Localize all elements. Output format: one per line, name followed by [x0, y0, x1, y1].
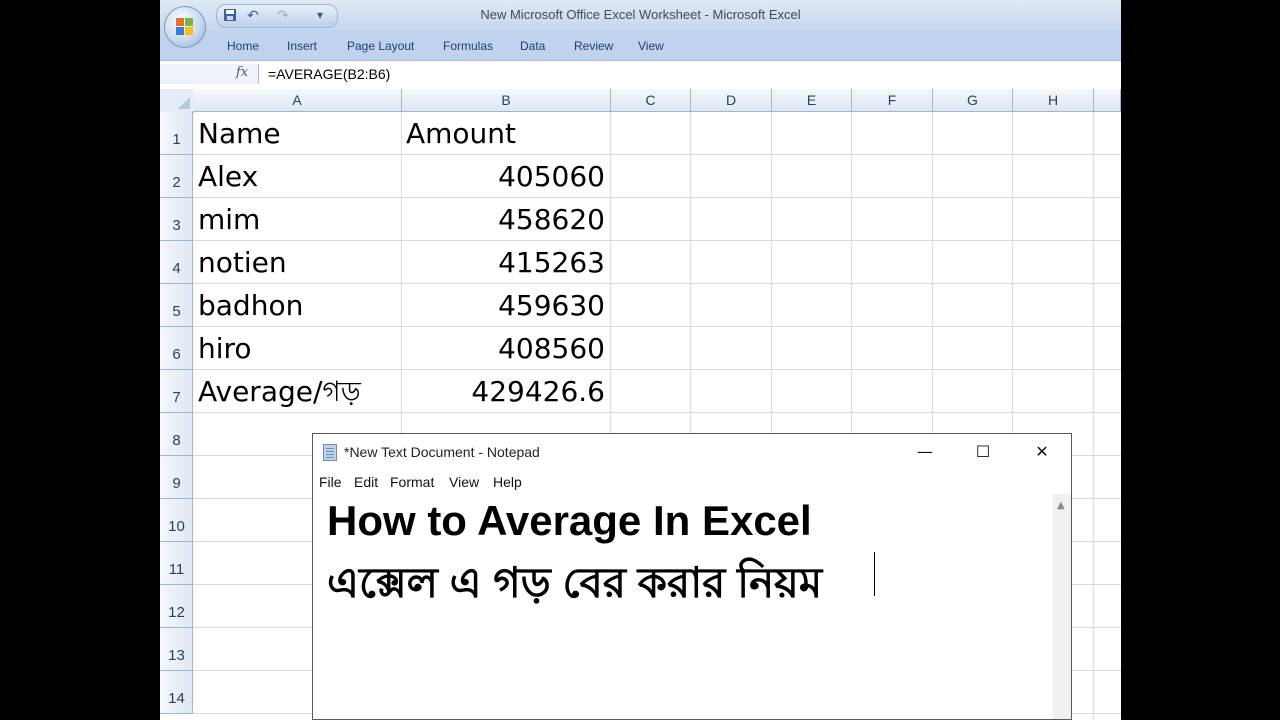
cell-a7[interactable]: Average/গড়: [198, 370, 361, 413]
gridline: [1093, 112, 1094, 720]
menu-format[interactable]: Format: [390, 474, 434, 490]
row-number: 10: [168, 518, 185, 535]
customize-qat-icon[interactable]: ▾: [317, 8, 323, 22]
row-header[interactable]: 9: [160, 456, 193, 499]
row-header[interactable]: 10: [160, 499, 193, 542]
row-header[interactable]: 12: [160, 585, 193, 628]
minimize-button[interactable]: —: [896, 434, 954, 470]
gridline: [193, 197, 1121, 198]
row-header[interactable]: 8: [160, 413, 193, 456]
notepad-window-title: *New Text Document - Notepad: [344, 444, 540, 460]
cell-a4[interactable]: notien: [198, 241, 287, 284]
office-logo-icon: [176, 18, 194, 36]
notepad-text-area[interactable]: How to Average In Excel এক্সেল এ গড় বের…: [313, 494, 1053, 719]
row-number: 8: [172, 432, 181, 449]
column-header-d[interactable]: D: [691, 89, 772, 112]
insert-function-icon[interactable]: fx: [236, 65, 248, 80]
tab-insert[interactable]: Insert: [287, 39, 317, 53]
row-header[interactable]: 2: [160, 155, 193, 198]
notepad-title-bar[interactable]: *New Text Document - Notepad — ☐ ✕: [313, 434, 1071, 470]
menu-edit[interactable]: Edit: [354, 474, 378, 490]
formula-bar: fx =AVERAGE(B2:B6): [160, 60, 1121, 90]
menu-view[interactable]: View: [449, 474, 479, 490]
row-header[interactable]: 13: [160, 628, 193, 671]
tab-data[interactable]: Data: [520, 39, 545, 53]
row-number: 3: [172, 217, 181, 234]
row-header[interactable]: 5: [160, 284, 193, 327]
row-number: 5: [172, 303, 181, 320]
gridline: [193, 283, 1121, 284]
tab-page-layout[interactable]: Page Layout: [347, 39, 414, 53]
maximize-button[interactable]: ☐: [954, 434, 1012, 470]
scroll-up-icon[interactable]: ▲: [1057, 500, 1065, 511]
cell-b2[interactable]: 405060: [402, 155, 605, 198]
row-number: 9: [172, 475, 181, 492]
notepad-icon: [323, 444, 337, 461]
row-number: 7: [172, 389, 181, 406]
column-header-f[interactable]: F: [852, 89, 933, 112]
row-number: 11: [168, 561, 185, 578]
notepad-window: *New Text Document - Notepad — ☐ ✕ File …: [312, 433, 1072, 720]
cell-a3[interactable]: mim: [198, 198, 260, 241]
tab-view[interactable]: View: [638, 39, 664, 53]
notepad-line-1: How to Average In Excel: [327, 497, 812, 544]
formula-input[interactable]: =AVERAGE(B2:B6): [268, 66, 390, 82]
text-caret: [874, 552, 875, 596]
row-number: 2: [172, 174, 181, 191]
row-header[interactable]: 11: [160, 542, 193, 585]
cell-b4[interactable]: 415263: [402, 241, 605, 284]
notepad-scrollbar[interactable]: ▲: [1053, 494, 1071, 719]
column-header-b[interactable]: B: [402, 89, 611, 112]
row-header[interactable]: 7: [160, 370, 193, 413]
row-number: 4: [172, 260, 181, 277]
cell-b1[interactable]: Amount: [406, 112, 516, 155]
office-button[interactable]: [164, 6, 206, 48]
column-header-g[interactable]: G: [933, 89, 1013, 112]
menu-file[interactable]: File: [319, 474, 342, 490]
undo-icon[interactable]: ↶: [247, 8, 259, 24]
cell-b6[interactable]: 408560: [402, 327, 605, 370]
cell-b3[interactable]: 458620: [402, 198, 605, 241]
tab-home[interactable]: Home: [227, 39, 259, 53]
column-header-a[interactable]: A: [193, 89, 402, 112]
notepad-line-2: এক্সেল এ গড় বের করার নিয়ম: [327, 559, 823, 606]
column-header-partial[interactable]: [1094, 89, 1121, 112]
quick-access-toolbar: ↶ ↷ ▾: [216, 4, 338, 28]
column-header-e[interactable]: E: [772, 89, 852, 112]
tab-formulas[interactable]: Formulas: [443, 39, 493, 53]
row-number: 13: [168, 647, 185, 664]
close-button[interactable]: ✕: [1013, 434, 1071, 470]
gridline: [193, 240, 1121, 241]
gridline: [193, 326, 1121, 327]
cell-a2[interactable]: Alex: [198, 155, 258, 198]
row-number: 6: [172, 346, 181, 363]
cell-b7[interactable]: 429426.6: [402, 370, 605, 413]
row-header[interactable]: 1: [160, 112, 193, 155]
notepad-menu-bar: File Edit Format View Help: [313, 470, 1071, 495]
save-icon[interactable]: [223, 8, 237, 25]
gridline: [193, 154, 1121, 155]
column-header-h[interactable]: H: [1013, 89, 1094, 112]
select-all-button[interactable]: [160, 89, 194, 113]
row-number: 14: [168, 690, 185, 707]
cell-a1[interactable]: Name: [198, 112, 281, 155]
row-number: 1: [172, 131, 181, 148]
row-header[interactable]: 3: [160, 198, 193, 241]
menu-help[interactable]: Help: [493, 474, 522, 490]
row-header[interactable]: 4: [160, 241, 193, 284]
cell-a6[interactable]: hiro: [198, 327, 252, 370]
cell-a5[interactable]: badhon: [198, 284, 303, 327]
row-header[interactable]: 14: [160, 671, 193, 714]
redo-icon[interactable]: ↷: [277, 8, 289, 24]
tab-review[interactable]: Review: [574, 39, 613, 53]
column-header-c[interactable]: C: [611, 89, 691, 112]
ribbon-tabs: Home Insert Page Layout Formulas Data Re…: [160, 30, 1121, 60]
row-number: 12: [168, 604, 185, 621]
row-header[interactable]: 6: [160, 327, 193, 370]
cell-b5[interactable]: 459630: [402, 284, 605, 327]
